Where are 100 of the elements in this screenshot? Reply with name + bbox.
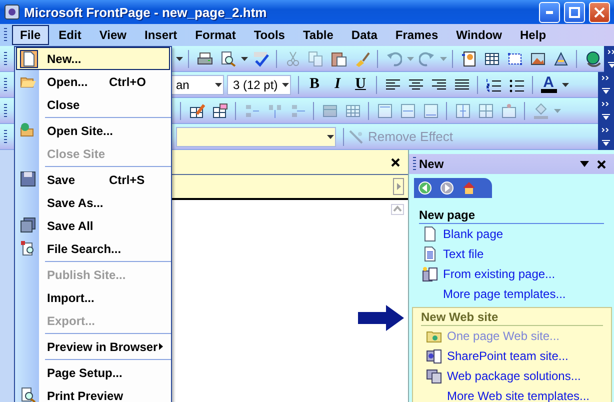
align-left-icon [384,76,400,92]
pane-menu-icon[interactable] [580,161,589,167]
autofit-icon [500,102,516,118]
site-icon [426,348,442,364]
minimize-button[interactable] [539,2,560,22]
menu-item[interactable]: Open Site... [16,119,170,142]
chevron-icon [602,128,610,132]
caret-icon[interactable] [176,56,182,60]
align-middle-icon [400,102,416,118]
file-search-icon [20,240,36,256]
bold-button[interactable]: B [303,76,326,93]
caret-icon[interactable] [214,82,222,86]
menu-item[interactable]: Save Ctrl+S [16,168,170,191]
dropdown-icon [602,88,610,94]
align-center-icon [408,76,424,92]
caret-icon[interactable] [240,56,248,60]
page-icon [422,226,438,242]
align-right-icon [430,76,446,92]
table-icon [484,50,500,66]
menu-item[interactable]: Preview in Browser [16,335,170,358]
spellcheck-icon [252,50,268,66]
font-dropdown[interactable]: an [170,74,224,94]
menu-item[interactable]: Print Preview [16,384,170,402]
font-color-button[interactable]: A [537,76,560,93]
pane-link[interactable]: More page templates... [443,287,566,301]
caret-icon[interactable] [562,82,568,86]
menu-item[interactable]: Tools [246,25,293,45]
section-heading: New page [419,208,604,224]
scroll-right-button[interactable] [393,178,404,195]
menu-item[interactable]: Edit [50,25,90,45]
paint-bucket-icon [532,102,548,118]
maximize-button[interactable] [564,2,585,22]
pane-link[interactable]: Blank page [443,227,504,241]
wand-icon [348,128,364,144]
close-icon[interactable] [391,158,400,166]
close-icon [594,6,605,18]
pane-link[interactable]: Web package solutions... [447,369,581,383]
pages-icon [422,266,438,282]
pane-link[interactable]: Text file [443,247,484,261]
floppies-icon [20,217,36,233]
minimize-icon [546,10,553,14]
clipboard-icon [330,50,346,66]
menu-item[interactable]: Frames [387,25,446,45]
package-icon [426,368,442,384]
menu-item[interactable]: Window [448,25,510,45]
menu-item[interactable]: New... [16,47,170,70]
web-folder-icon [20,122,36,138]
pane-link[interactable]: SharePoint team site... [447,349,568,363]
align-bottom-icon [422,102,438,118]
picture-icon [530,50,546,66]
justify-icon [454,76,470,92]
window-title: Microsoft FrontPage - new_page_2.htm [24,4,267,20]
caret-icon[interactable] [282,82,288,86]
menu-item[interactable]: Table [294,25,342,45]
text-file-icon [422,246,438,262]
copy-icon [308,50,324,66]
shortcut-label: Ctrl+O [109,74,148,88]
toolbar-options-button[interactable] [598,124,614,150]
floppy-icon [20,171,36,187]
layer-icon [506,50,522,66]
size-dropdown[interactable]: 3 (12 pt) [227,74,291,94]
shortcut-label: Ctrl+S [109,172,146,186]
brush-icon [354,50,370,66]
printer-icon [196,50,212,66]
menu-item[interactable]: Insert [136,25,186,45]
underline-button[interactable]: U [349,76,372,93]
close-button[interactable] [589,2,610,22]
menu-item[interactable]: Save As... [16,191,170,214]
menu-item[interactable]: Open... Ctrl+O [16,70,170,93]
submenu-arrow-icon [159,343,163,350]
chevron-icon [602,102,610,106]
menu-item[interactable]: Format [187,25,244,45]
dropdown-icon [602,140,610,146]
split-cells-icon [290,102,306,118]
dropdown-icon [608,62,614,68]
menu-item[interactable]: Help [512,25,554,45]
menu-item[interactable]: Save All [16,214,170,237]
grid-icon [344,102,360,118]
menu-item[interactable]: Import... [16,286,170,309]
menu-item[interactable]: File Search... [16,237,170,260]
print-preview-icon [20,387,36,402]
menu-item[interactable]: File [12,25,49,45]
caret-icon[interactable] [326,134,334,138]
undo-icon [386,50,402,66]
distribute-columns-icon [478,102,494,118]
menu-item[interactable]: Page Setup... [16,361,170,384]
align-top-icon [376,102,392,118]
pane-link[interactable]: From existing page... [443,267,556,281]
italic-button[interactable]: I [326,76,349,93]
menu-item[interactable]: Close [16,93,170,116]
insert-rows-icon [244,102,260,118]
scissors-icon [284,50,300,66]
wordart-icon [552,50,568,66]
section-heading: New Web site [421,310,603,326]
menu-item[interactable]: View [91,25,134,45]
close-icon[interactable] [597,160,606,168]
table-fill-icon [322,102,338,118]
menu-item[interactable]: Data [343,25,386,45]
pointer-arrow [358,305,404,331]
dropdown-icon [602,114,610,120]
